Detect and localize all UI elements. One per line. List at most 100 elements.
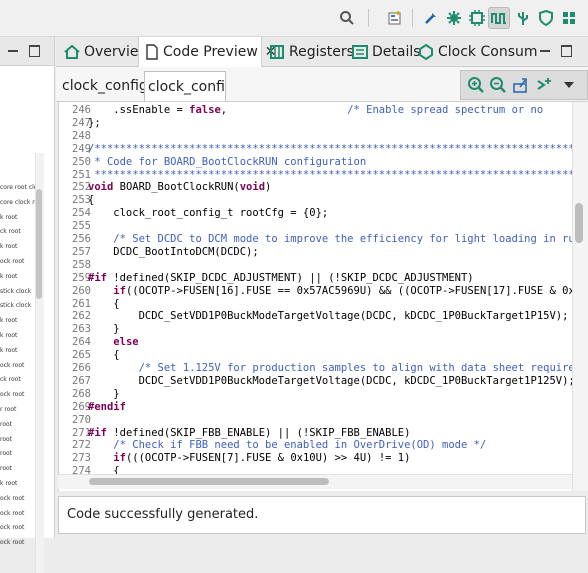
tree-item[interactable]: k root	[0, 214, 17, 221]
line-number: 270	[72, 413, 91, 426]
tree-item[interactable]: ock root	[0, 495, 24, 502]
clock-wave-icon[interactable]	[488, 7, 510, 29]
tree-item[interactable]: k root	[0, 243, 17, 250]
peripherals-icon[interactable]	[558, 7, 580, 29]
chevron-down-icon[interactable]	[564, 82, 574, 88]
tree-item[interactable]: ock root	[0, 362, 24, 369]
code-line[interactable]: #if !defined(SKIP_DCDC_ADJUSTMENT) || (!…	[88, 272, 474, 284]
code-line[interactable]: .ssEnable = false, /* Enable spread spec…	[88, 104, 543, 116]
tab-clock-config-h[interactable]: clock_config.h	[62, 71, 144, 101]
tree-item[interactable]: core root clo	[0, 184, 37, 191]
minimize-icon[interactable]	[8, 50, 18, 52]
tree-item[interactable]: root	[0, 450, 12, 457]
code-line[interactable]: /***************************************…	[88, 143, 588, 155]
code-line[interactable]: };	[88, 117, 101, 129]
tree-item[interactable]: ock root	[0, 539, 24, 546]
tree-item[interactable]: k root	[0, 480, 17, 487]
vertical-scrollbar-thumb[interactable]	[575, 203, 583, 243]
tree-item[interactable]: k root	[0, 317, 17, 324]
minimize-icon[interactable]	[540, 50, 550, 52]
search-icon[interactable]	[336, 7, 358, 29]
tree-item[interactable]: root	[0, 421, 12, 428]
left-scrollbar-thumb[interactable]	[36, 189, 42, 299]
code-line[interactable]: {	[88, 298, 119, 310]
tree-item[interactable]: stick clock	[0, 302, 31, 309]
line-number: 258	[72, 258, 91, 271]
tree-item[interactable]: root	[0, 436, 12, 443]
tab-clock-config-c[interactable]: clock_config.c	[144, 71, 226, 101]
code-line[interactable]: DCDC_SetVDD1P0BuckModeTargetVoltage(DCDC…	[88, 375, 575, 387]
code-line[interactable]: if(((OCOTP->FUSEN[7].FUSE & 0x10U) >> 4U…	[88, 452, 410, 464]
tree-item[interactable]: ock root	[0, 524, 24, 531]
clock-consumers-icon	[418, 43, 434, 60]
tools-icon[interactable]	[420, 7, 442, 29]
code-line[interactable]: /* Set 1.125V for production samples to …	[88, 362, 588, 374]
tree-item[interactable]: root	[0, 465, 12, 472]
code-line[interactable]: * Code for BOARD_BootClockRUN configurat…	[88, 156, 366, 168]
status-panel: Code successfully generated.	[58, 496, 586, 534]
view-tabs: Overview Code Preview ✕ Registers Detail…	[56, 37, 588, 67]
file-icon	[145, 44, 159, 60]
left-panel: core root clo core clock ro k root ck root k…	[0, 37, 55, 573]
code-line[interactable]: /* Set DCDC to DCM mode to improve the e…	[88, 233, 588, 245]
code-line[interactable]: #endif	[88, 401, 126, 413]
code-toolbar	[460, 70, 588, 100]
shield-icon[interactable]	[535, 7, 557, 29]
usb-icon[interactable]	[512, 7, 534, 29]
tree-item[interactable]: ock root	[0, 391, 24, 398]
code-line[interactable]: else	[88, 336, 138, 348]
status-message: Code successfully generated.	[67, 507, 259, 522]
add-code-icon[interactable]	[536, 76, 554, 98]
tab-label: Code Preview	[163, 44, 258, 60]
code-line[interactable]: #if !defined(SKIP_FBB_ENABLE) || (!SKIP_…	[88, 427, 410, 439]
code-line[interactable]: ****************************************…	[88, 169, 588, 181]
tab-label: clock_config.c	[148, 78, 225, 95]
code-line[interactable]: clock_root_config_t rootCfg = {0};	[88, 207, 328, 219]
code-line[interactable]: if((OCOTP->FUSEN[16].FUSE == 0x57AC5969U…	[88, 285, 588, 297]
line-number: 255	[72, 220, 91, 233]
export-icon[interactable]	[512, 76, 530, 98]
vertical-scrollbar[interactable]	[572, 102, 588, 491]
tab-registers[interactable]: Registers	[263, 37, 354, 66]
registers-icon	[269, 44, 285, 60]
code-line[interactable]: /* Check if FBB need to be enabled in Ov…	[88, 439, 486, 451]
left-panel-header	[0, 37, 54, 66]
code-line[interactable]: DCDC_SetVDD1P0BuckModeTargetVoltage(DCDC…	[88, 310, 569, 322]
tree-item[interactable]: k root	[0, 273, 17, 280]
tab-clock-consumers[interactable]: Clock Consum	[412, 37, 538, 66]
cpu-icon[interactable]	[466, 7, 488, 29]
code-line[interactable]: {	[88, 194, 94, 206]
line-number: 248	[72, 129, 91, 142]
perspective-add-icon[interactable]	[384, 7, 406, 29]
zoom-out-icon[interactable]	[489, 76, 507, 98]
tab-details[interactable]: Details	[346, 37, 421, 66]
tree-item[interactable]: ock root	[0, 258, 24, 265]
horizontal-scrollbar-thumb[interactable]	[89, 478, 329, 485]
tree-item[interactable]: ck root	[0, 228, 21, 235]
tab-label: Clock Consum	[438, 43, 538, 60]
maximize-icon[interactable]	[29, 45, 40, 57]
maximize-icon[interactable]	[561, 45, 572, 57]
tree-item[interactable]: ock root	[0, 510, 24, 517]
details-icon	[352, 44, 368, 60]
code-line[interactable]: }	[88, 323, 119, 335]
code-editor[interactable]: 246 .ssEnable = false, /* Enable spread …	[58, 102, 588, 491]
tree-item[interactable]: k root	[0, 332, 17, 339]
tab-code-preview[interactable]: Code Preview ✕	[138, 37, 277, 67]
main-toolbar	[0, 0, 588, 37]
tree-item[interactable]: stick clock	[0, 288, 31, 295]
tree-item[interactable]: r root	[0, 406, 16, 413]
tree-item[interactable]: ck root	[0, 376, 21, 383]
tab-label: clock_config.h	[62, 78, 144, 94]
tab-label: Registers	[289, 43, 354, 60]
home-icon	[64, 44, 80, 60]
code-line[interactable]: {	[88, 349, 119, 361]
zoom-in-icon[interactable]	[467, 76, 485, 98]
tree-item[interactable]: core clock ro	[0, 199, 38, 206]
chip-settings-icon[interactable]	[443, 7, 465, 29]
tab-overview[interactable]: Overview	[58, 37, 150, 66]
code-line[interactable]: }	[88, 388, 119, 400]
tree-item[interactable]: k root	[0, 347, 17, 354]
code-line[interactable]: DCDC_BootIntoDCM(DCDC);	[88, 246, 258, 258]
code-line[interactable]: void BOARD_BootClockRUN(void)	[88, 181, 271, 193]
